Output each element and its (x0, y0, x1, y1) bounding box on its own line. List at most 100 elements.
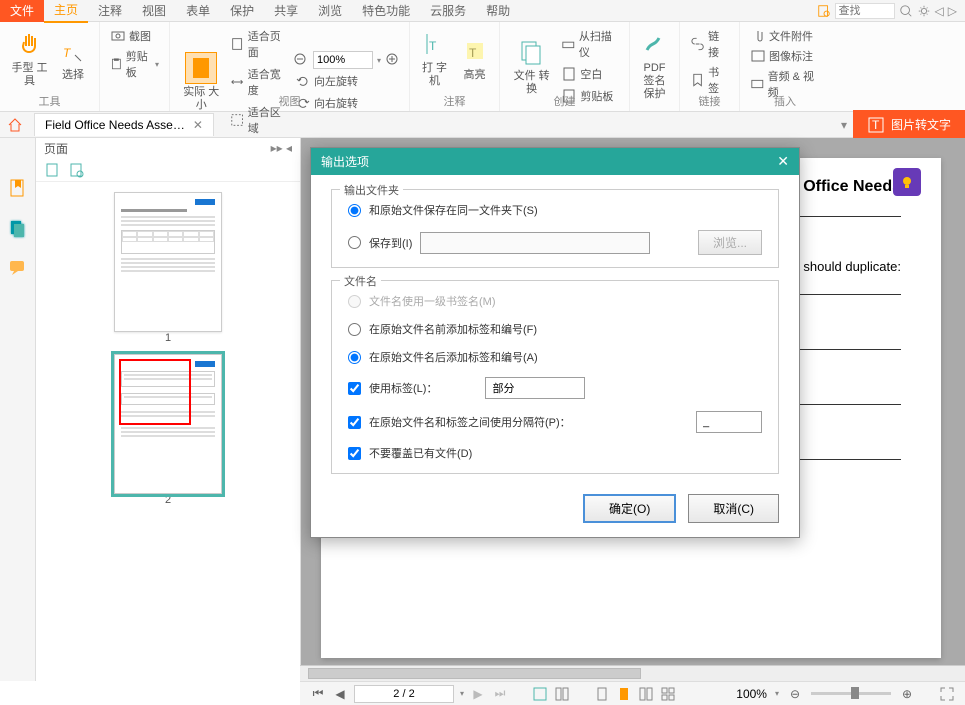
zoom-out-icon[interactable] (293, 52, 309, 68)
image-annot-button[interactable]: 图像标注 (748, 46, 815, 66)
menu-protect[interactable]: 保护 (220, 0, 264, 22)
clipboard-button[interactable]: 剪贴板▾ (108, 46, 161, 82)
next-page-icon[interactable]: ▶ (470, 686, 486, 702)
zoom-plus-icon[interactable]: ⊕ (899, 686, 915, 702)
scrollbar-thumb[interactable] (308, 668, 641, 679)
layout-icon-2[interactable] (554, 686, 570, 702)
prefix-radio[interactable] (348, 323, 361, 336)
svg-text:T: T (872, 118, 880, 132)
from-scanner-button[interactable]: 从扫描仪 (559, 26, 621, 62)
menu-bar: 文件 主页 注释 视图 表单 保护 共享 浏览 特色功能 云服务 帮助 ◁ ▷ (0, 0, 965, 22)
use-label-text: 使用标签(L)： (369, 380, 437, 396)
search-icon[interactable] (899, 4, 913, 18)
menu-help[interactable]: 帮助 (476, 0, 520, 22)
img-to-text-button[interactable]: T 图片转文字 (853, 110, 965, 140)
zoom-percent-text: 100% (736, 687, 767, 701)
use-separator-checkbox[interactable] (348, 416, 361, 429)
menu-annot[interactable]: 注释 (88, 0, 132, 22)
label-input[interactable] (485, 377, 585, 399)
menu-home[interactable]: 主页 (44, 0, 88, 23)
pages-panel-title: 页面 (44, 140, 68, 157)
view-mode-3-icon[interactable] (638, 686, 654, 702)
first-page-icon[interactable]: ⏮ (310, 686, 326, 702)
zoom-combo[interactable] (313, 51, 373, 69)
bookmark-panel-icon[interactable] (8, 178, 28, 198)
separator-input[interactable] (696, 411, 762, 433)
horizontal-scrollbar[interactable] (300, 665, 965, 681)
use-bookmark-label: 文件名使用一级书签名(M) (369, 293, 496, 309)
nav-prev-icon[interactable]: ◁ (935, 4, 944, 18)
attachment-button[interactable]: 文件附件 (748, 26, 815, 46)
ok-button[interactable]: 确定(O) (583, 494, 676, 523)
dialog-close-button[interactable]: ✕ (777, 153, 789, 170)
zoom-dropdown-icon[interactable]: ▾ (377, 56, 381, 65)
use-separator-text: 在原始文件名和标签之间使用分隔符(P)： (369, 414, 571, 430)
browse-button[interactable]: 浏览... (698, 230, 762, 255)
fit-page-button[interactable]: 适合页面 (228, 26, 289, 62)
page-tool2-icon[interactable] (68, 162, 84, 178)
menu-share[interactable]: 共享 (264, 0, 308, 22)
pages-panel: 页面 ▸▸ ◂ (36, 138, 301, 681)
last-page-icon[interactable]: ⏭ (492, 686, 508, 702)
suffix-radio[interactable] (348, 351, 361, 364)
search-input[interactable] (835, 3, 895, 19)
view-mode-4-icon[interactable] (660, 686, 676, 702)
pdf-sign-button[interactable]: PDF 签名 保护 (637, 26, 673, 104)
sidebar-icons (0, 138, 36, 681)
rotate-left-button[interactable]: 向左旋转 (293, 71, 401, 91)
tab-dropdown-icon[interactable]: ▾ (835, 118, 853, 132)
file-convert-button[interactable]: 文件 转换 (508, 34, 555, 98)
menu-file[interactable]: 文件 (0, 0, 44, 22)
link-button[interactable]: 链接 (688, 26, 731, 62)
same-folder-radio[interactable] (348, 204, 361, 217)
no-overwrite-text: 不要覆盖已有文件(D) (369, 445, 472, 461)
ribbon: 手型 工具 T 选择 工具 截图 剪贴板▾ 实际 大小 适合页面 适合宽度 适合… (0, 22, 965, 112)
menu-cloud[interactable]: 云服务 (420, 0, 476, 22)
menu-browse[interactable]: 浏览 (308, 0, 352, 22)
no-overwrite-checkbox[interactable] (348, 447, 361, 460)
tools-group-label: 工具 (0, 93, 99, 109)
use-label-checkbox[interactable] (348, 382, 361, 395)
zoom-slider-thumb[interactable] (851, 687, 859, 699)
view-mode-1-icon[interactable] (594, 686, 610, 702)
select-tool-button[interactable]: T 选择 (55, 33, 91, 84)
zoom-minus-icon[interactable]: ⊖ (787, 686, 803, 702)
zoom-slider[interactable] (811, 692, 891, 695)
highlight-button[interactable]: T 高亮 (457, 33, 493, 84)
zoom-percent-dropdown-icon[interactable]: ▾ (775, 689, 779, 698)
layout-icon-1[interactable] (532, 686, 548, 702)
view-mode-2-icon[interactable] (616, 686, 632, 702)
gear-icon[interactable] (917, 4, 931, 18)
page-number-1: 1 (114, 332, 222, 344)
menu-feature[interactable]: 特色功能 (352, 0, 420, 22)
pages-panel-icon[interactable] (8, 218, 28, 238)
page-thumbnail-2[interactable] (114, 354, 222, 494)
dialog-titlebar[interactable]: 输出选项 ✕ (311, 148, 799, 175)
fullscreen-icon[interactable] (939, 686, 955, 702)
cancel-button[interactable]: 取消(C) (688, 494, 779, 523)
lightbulb-icon[interactable] (893, 168, 921, 196)
save-to-radio[interactable] (348, 236, 361, 249)
tab-home-icon[interactable] (0, 117, 30, 133)
page-number-input[interactable] (354, 685, 454, 703)
page-thumbnail-1[interactable] (114, 192, 222, 332)
panel-collapse-icon[interactable]: ▸▸ ◂ (271, 141, 292, 155)
menu-view[interactable]: 视图 (132, 0, 176, 22)
menu-form[interactable]: 表单 (176, 0, 220, 22)
page-dropdown-icon[interactable]: ▾ (460, 689, 464, 698)
screenshot-button[interactable]: 截图 (108, 26, 153, 46)
dialog-title-text: 输出选项 (321, 153, 369, 170)
save-to-path-input[interactable] (420, 232, 650, 254)
same-folder-label: 和原始文件保存在同一文件夹下(S) (369, 202, 538, 218)
hand-tool-button[interactable]: 手型 工具 (8, 26, 51, 90)
page-tool-icon[interactable] (44, 162, 60, 178)
prev-page-icon[interactable]: ◀ (332, 686, 348, 702)
link-group-label: 链接 (680, 93, 739, 109)
typewriter-button[interactable]: T 打 字机 (417, 26, 453, 90)
page-number-2: 2 (114, 494, 222, 506)
comment-panel-icon[interactable] (8, 258, 28, 278)
zoom-in-icon[interactable] (385, 52, 401, 68)
blank-button[interactable]: 空白 (559, 64, 621, 84)
search-file-icon[interactable] (817, 4, 831, 18)
nav-next-icon[interactable]: ▷ (948, 4, 957, 18)
